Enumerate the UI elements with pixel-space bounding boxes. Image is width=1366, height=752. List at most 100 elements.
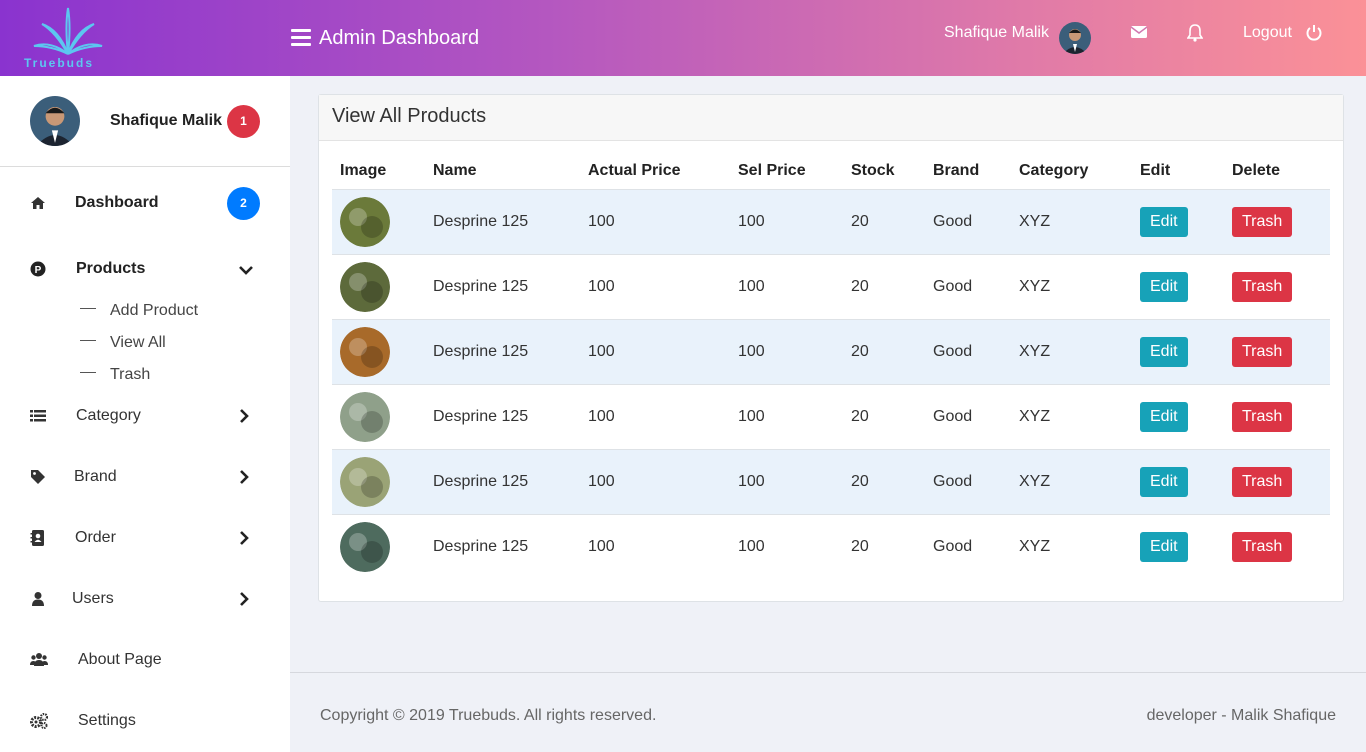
actual-price: 100	[588, 537, 615, 555]
chevron-right-icon	[238, 530, 252, 546]
category: XYZ	[1011, 384, 1132, 450]
table-header-row: Image Name Actual Price Sel Price Stock …	[332, 153, 1330, 190]
brand: Good	[925, 449, 1011, 515]
product-name: Desprine 125	[425, 254, 580, 320]
image-cell	[332, 514, 425, 579]
page-title: Admin Dashboard	[319, 27, 480, 49]
delete-cell: Trash	[1224, 514, 1330, 579]
product-thumbnail[interactable]	[340, 456, 390, 507]
leaf-logo-icon	[33, 7, 103, 55]
sidebar-item-label: Brand	[74, 468, 117, 485]
stock: 20	[851, 537, 869, 555]
edit-cell: Edit	[1132, 384, 1224, 450]
users-icon	[30, 652, 48, 668]
sel-price: 100	[730, 254, 843, 320]
stock: 20	[843, 254, 925, 320]
column-header: Edit	[1132, 153, 1224, 190]
card-title: View All Products	[319, 95, 1343, 141]
brand-logo[interactable]: Truebuds	[22, 6, 114, 70]
trash-button[interactable]: Trash	[1232, 206, 1293, 237]
notification-badge[interactable]: 1	[227, 105, 260, 138]
stock: 20	[843, 384, 925, 450]
sidebar-item-products[interactable]: P Products	[0, 249, 290, 289]
trash-button[interactable]: Trash	[1232, 466, 1293, 497]
topbar-user-name[interactable]: Shafique Malik	[944, 24, 1049, 42]
trash-button[interactable]: Trash	[1232, 271, 1293, 302]
sidebar-item-users[interactable]: Users	[0, 579, 290, 619]
table-row: Desprine 125 100 100 20 Good XYZ Edit Trash	[332, 449, 1330, 515]
sidebar-item-dashboard[interactable]: Dashboard 2	[0, 183, 290, 223]
edit-button[interactable]: Edit	[1140, 206, 1188, 237]
image-cell	[332, 189, 425, 255]
delete-cell: Trash	[1224, 189, 1330, 255]
submenu-view-all[interactable]: View All	[80, 334, 166, 352]
edit-button[interactable]: Edit	[1140, 466, 1188, 497]
address-book-icon	[30, 530, 46, 546]
delete-cell: Trash	[1224, 254, 1330, 320]
category: XYZ	[1011, 449, 1132, 515]
trash-button[interactable]: Trash	[1232, 401, 1293, 432]
trash-button[interactable]: Trash	[1232, 531, 1293, 562]
product-thumbnail[interactable]	[340, 196, 390, 247]
edit-button[interactable]: Edit	[1140, 336, 1188, 367]
column-header: Delete	[1224, 153, 1330, 190]
category: XYZ	[1011, 319, 1132, 385]
actual-price: 100	[580, 319, 730, 385]
table-row: Desprine 125 100 100 20 Good XYZ Edit Trash	[332, 319, 1330, 385]
edit-button[interactable]: Edit	[1140, 401, 1188, 432]
actual-price: 100	[580, 254, 730, 320]
menu-toggle-icon[interactable]	[291, 29, 311, 47]
submenu-add-product[interactable]: Add Product	[80, 302, 198, 320]
power-icon[interactable]	[1305, 24, 1323, 47]
sidebar-item-brand[interactable]: Brand	[0, 457, 290, 497]
submenu-trash[interactable]: Trash	[80, 366, 150, 384]
product-thumbnail[interactable]	[340, 261, 390, 312]
column-header: Actual Price	[580, 153, 730, 190]
product-thumbnail[interactable]	[340, 326, 390, 377]
edit-button[interactable]: Edit	[1140, 531, 1188, 562]
sel-price: 100	[730, 319, 843, 385]
sidebar: Shafique Malik 1 Dashboard 2 P Products …	[0, 76, 290, 752]
logout-link[interactable]: Logout	[1243, 24, 1292, 42]
sidebar-item-label: Settings	[78, 712, 136, 729]
thumbnail-shade	[361, 345, 383, 368]
table-row: Desprine 125 100 100 20 Good XYZ Edit Trash	[332, 384, 1330, 450]
edit-button[interactable]: Edit	[1140, 271, 1188, 302]
sidebar-item-label: Products	[76, 260, 146, 277]
sidebar-avatar[interactable]	[30, 96, 80, 146]
chevron-right-icon	[238, 408, 252, 424]
sidebar-item-label: Users	[72, 590, 114, 607]
column-header: Stock	[843, 153, 925, 190]
copyright-text: Copyright © 2019 Truebuds. All rights re…	[320, 707, 657, 724]
topbar-avatar[interactable]	[1059, 22, 1091, 54]
image-cell	[332, 449, 425, 515]
sel-price: 100	[730, 449, 843, 515]
trash-button[interactable]: Trash	[1232, 336, 1293, 367]
product-name: Desprine 125	[433, 537, 529, 555]
chevron-right-icon	[238, 469, 252, 485]
sidebar-item-order[interactable]: Order	[0, 518, 290, 558]
bell-icon[interactable]	[1186, 24, 1204, 47]
sidebar-item-label: Dashboard	[75, 194, 159, 211]
cogs-icon	[30, 712, 49, 729]
column-header: Sel Price	[730, 153, 843, 190]
product-name: Desprine 125	[425, 384, 580, 450]
product-thumbnail[interactable]	[340, 521, 390, 572]
stock: 20	[843, 319, 925, 385]
product-thumbnail[interactable]	[340, 391, 390, 442]
sidebar-item-category[interactable]: Category	[0, 396, 290, 436]
sidebar-item-settings[interactable]: Settings	[0, 701, 290, 741]
edit-cell: Edit	[1132, 254, 1224, 320]
home-icon	[30, 195, 46, 211]
table-row: Desprine 125 100 100 20 Good XYZ Edit Trash	[332, 514, 1330, 579]
logo-text: Truebuds	[24, 56, 95, 70]
sel-price: 100	[738, 537, 765, 555]
column-header: Category	[1011, 153, 1132, 190]
table-row: Desprine 125 100 100 20 Good XYZ Edit Trash	[332, 189, 1330, 255]
sel-price: 100	[730, 384, 843, 450]
envelope-icon[interactable]	[1130, 24, 1148, 45]
thumbnail-shade	[361, 410, 383, 433]
products-table: Image Name Actual Price Sel Price Stock …	[332, 153, 1330, 579]
sidebar-item-about-page[interactable]: About Page	[0, 640, 290, 680]
chevron-down-icon	[238, 263, 253, 279]
